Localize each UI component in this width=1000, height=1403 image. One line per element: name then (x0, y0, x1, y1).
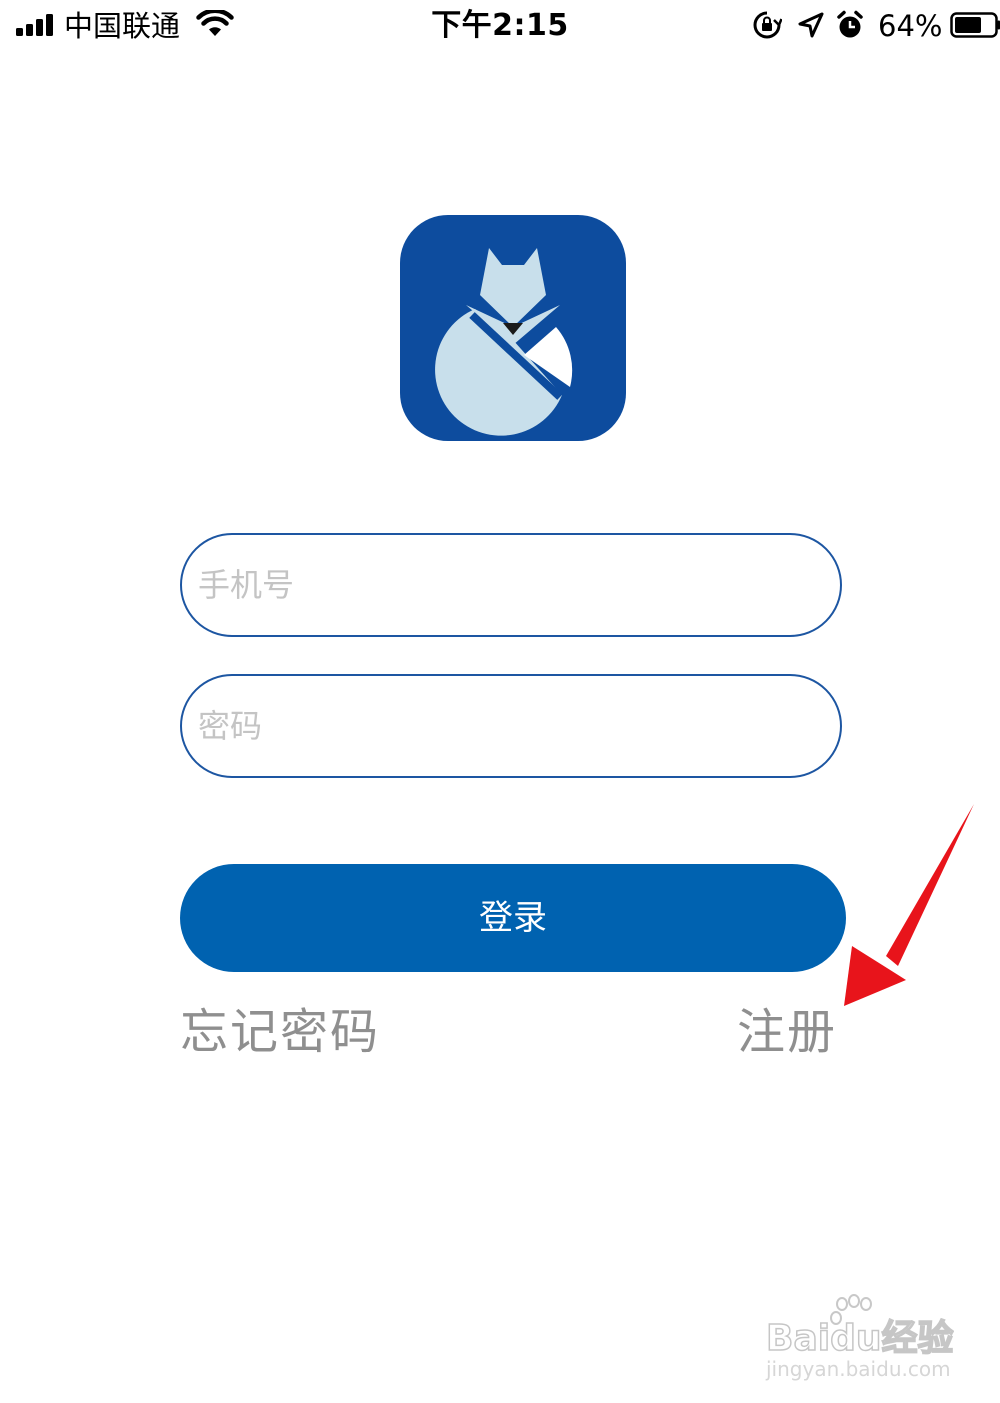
login-button[interactable]: 登录 (180, 864, 846, 972)
phone-field[interactable] (180, 533, 842, 637)
rotation-lock-icon (753, 11, 782, 39)
forgot-password-link[interactable]: 忘记密码 (180, 1002, 380, 1062)
baidu-watermark: Baidu经验 jingyan.baidu.com (765, 1294, 954, 1381)
phone-input[interactable] (198, 535, 818, 635)
app-logo (400, 215, 626, 441)
status-bar: 中国联通 下午2:15 64% (0, 0, 1000, 52)
alarm-icon (837, 10, 863, 38)
red-arrow-icon (844, 804, 974, 1006)
register-link[interactable]: 注册 (737, 1002, 837, 1062)
password-input[interactable] (198, 676, 818, 776)
fox-logo-icon (435, 248, 573, 436)
battery-percentage: 64% (878, 9, 943, 43)
battery-icon (950, 12, 1000, 38)
watermark-brand: Baidu经验 (766, 1318, 953, 1359)
location-icon (798, 12, 824, 38)
watermark-url: jingyan.baidu.com (765, 1357, 951, 1381)
password-field[interactable] (180, 674, 842, 778)
